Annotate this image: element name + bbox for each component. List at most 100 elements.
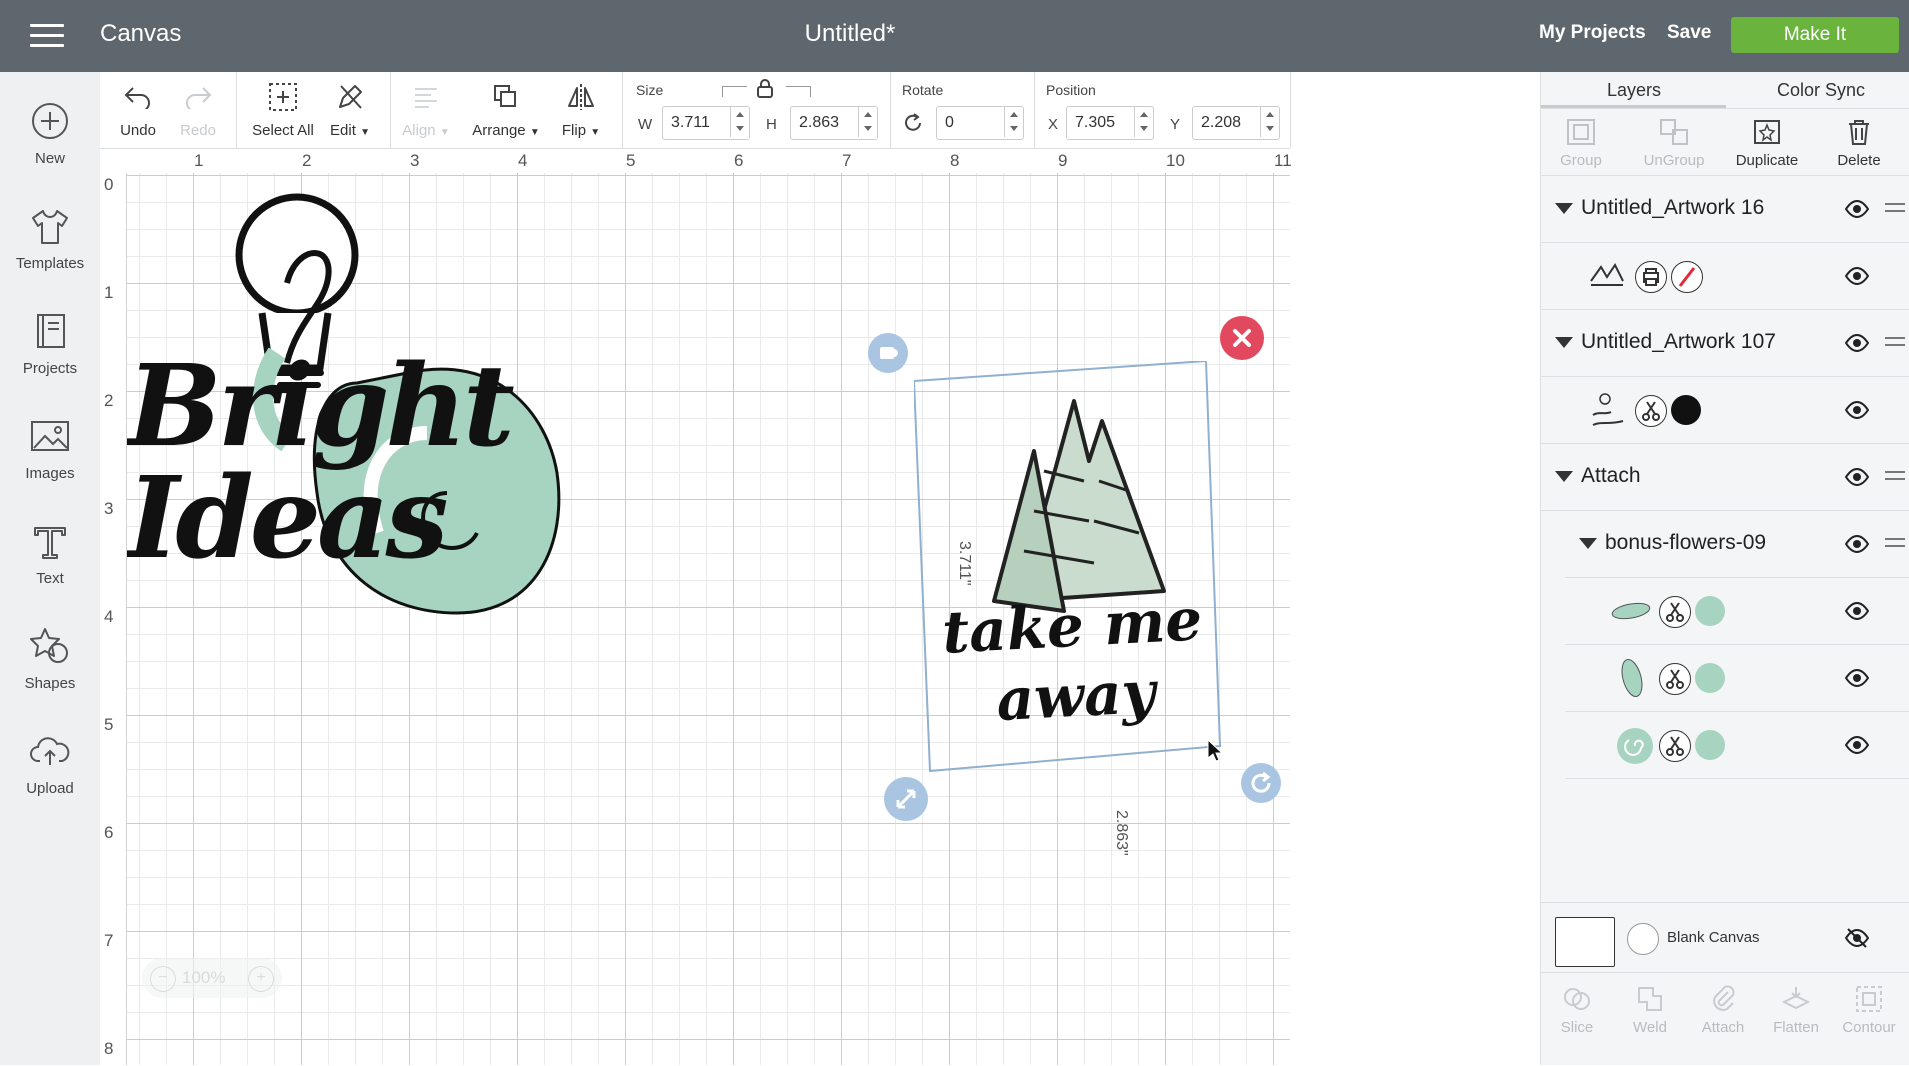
resize-handle-icon[interactable] (884, 777, 928, 821)
make-it-button[interactable]: Make It (1731, 17, 1899, 53)
ungroup-label: UnGroup (1643, 152, 1705, 169)
layer-row[interactable] (1565, 645, 1909, 712)
align-menu[interactable]: Align ▼ (400, 80, 452, 139)
nav-new[interactable]: New (0, 100, 100, 167)
eye-icon[interactable] (1844, 332, 1870, 354)
eye-icon[interactable] (1844, 667, 1870, 689)
bright-ideas-artwork[interactable]: Bright Ideas (127, 173, 597, 713)
eye-icon[interactable] (1844, 734, 1870, 756)
undo-button[interactable]: Undo (116, 80, 160, 139)
nav-shapes-label: Shapes (24, 675, 76, 692)
arrange-menu[interactable]: Arrange ▼ (470, 80, 542, 139)
nav-shapes[interactable]: Shapes (0, 625, 100, 692)
drag-handle-icon[interactable] (1885, 337, 1905, 347)
rotate-stepper[interactable] (1004, 107, 1023, 137)
rotate-handle-icon[interactable] (1241, 763, 1281, 803)
layer-group-row[interactable]: bonus-flowers-09 (1565, 511, 1909, 578)
ruler-tick-label: 8 (104, 1039, 114, 1058)
width-input[interactable]: 3.711 (662, 106, 750, 140)
flatten-label: Flatten (1773, 1019, 1819, 1036)
layer-group-row[interactable]: Untitled_Artwork 107 (1541, 310, 1909, 377)
nav-images-label: Images (25, 465, 75, 482)
print-operation-icon[interactable] (1635, 261, 1667, 293)
layer-row[interactable] (1541, 243, 1909, 310)
drag-handle-icon[interactable] (1885, 203, 1905, 213)
canvas-color-swatch[interactable] (1555, 917, 1615, 967)
eye-icon[interactable] (1844, 265, 1870, 287)
redo-button[interactable]: Redo (176, 80, 220, 139)
eye-icon[interactable] (1844, 198, 1870, 220)
layer-row[interactable] (1565, 578, 1909, 645)
nav-images[interactable]: Images (0, 415, 100, 482)
x-input[interactable]: 7.305 (1066, 106, 1154, 140)
color-swatch[interactable] (1695, 730, 1725, 760)
layer-row[interactable] (1541, 377, 1909, 444)
flip-menu[interactable]: Flip ▼ (556, 80, 606, 139)
blank-canvas-row[interactable]: Blank Canvas (1541, 902, 1909, 973)
delete-handle-icon[interactable] (1220, 316, 1264, 360)
chevron-down-icon: ▼ (439, 127, 450, 138)
nav-templates[interactable]: Templates (0, 205, 100, 272)
no-fill-icon[interactable] (1671, 261, 1703, 293)
nav-text[interactable]: Text (0, 520, 100, 587)
slice-button[interactable]: Slice (1541, 983, 1613, 1036)
width-label: W (638, 116, 653, 133)
cut-operation-icon[interactable] (1659, 663, 1691, 695)
my-projects-link[interactable]: My Projects (1539, 22, 1646, 44)
trash-icon (1819, 116, 1899, 148)
eye-icon[interactable] (1844, 466, 1870, 488)
select-all-button[interactable]: Select All (250, 80, 316, 139)
nav-upload[interactable]: Upload (0, 730, 100, 797)
top-ruler: 1 2 3 4 5 6 7 8 9 10 11 (100, 149, 1292, 174)
layer-row[interactable] (1565, 712, 1909, 779)
canvas-type-icon[interactable] (1627, 923, 1659, 955)
layer-group-row[interactable]: Untitled_Artwork 16 (1541, 176, 1909, 243)
weld-button[interactable]: Weld (1614, 983, 1686, 1036)
color-swatch[interactable] (1695, 596, 1725, 626)
caret-down-icon[interactable] (1555, 203, 1573, 214)
attach-button[interactable]: Attach (1687, 983, 1759, 1036)
edit-menu[interactable]: Edit ▼ (324, 80, 376, 139)
eye-hidden-icon[interactable] (1844, 927, 1870, 954)
nav-projects[interactable]: Projects (0, 310, 100, 377)
zoom-out-icon[interactable]: − (150, 966, 176, 992)
tag-handle-icon[interactable] (868, 333, 908, 373)
nav-new-label: New (34, 150, 65, 167)
duplicate-button[interactable]: Duplicate (1727, 116, 1807, 169)
toolbar-divider (1290, 72, 1291, 148)
layer-group-row[interactable]: Attach (1541, 444, 1909, 511)
ungroup-button[interactable]: UnGroup (1634, 116, 1714, 169)
zoom-in-icon[interactable]: + (248, 966, 274, 992)
dimension-width-label: 3.711" (956, 541, 973, 586)
caret-down-icon[interactable] (1555, 471, 1573, 482)
eye-icon[interactable] (1844, 600, 1870, 622)
group-button[interactable]: Group (1541, 116, 1621, 169)
cut-operation-icon[interactable] (1659, 730, 1691, 762)
drag-handle-icon[interactable] (1885, 538, 1905, 548)
y-stepper[interactable] (1260, 107, 1279, 137)
tab-layers[interactable]: Layers (1607, 80, 1661, 101)
x-stepper[interactable] (1134, 107, 1153, 137)
contour-button[interactable]: Contour (1833, 983, 1905, 1036)
caret-down-icon[interactable] (1555, 337, 1573, 348)
drag-handle-icon[interactable] (1885, 471, 1905, 481)
cut-operation-icon[interactable] (1659, 596, 1691, 628)
eye-icon[interactable] (1844, 399, 1870, 421)
delete-button[interactable]: Delete (1819, 116, 1899, 169)
caret-down-icon[interactable] (1579, 538, 1597, 549)
height-input[interactable]: 2.863 (790, 106, 878, 140)
design-canvas[interactable]: Bright Ideas take me away 3.711" 2.863" … (127, 173, 1290, 1065)
color-swatch[interactable] (1671, 395, 1701, 425)
width-stepper[interactable] (730, 107, 749, 137)
height-stepper[interactable] (858, 107, 877, 137)
flatten-button[interactable]: Flatten (1760, 983, 1832, 1036)
y-input[interactable]: 2.208 (1192, 106, 1280, 140)
color-swatch[interactable] (1695, 663, 1725, 693)
rotate-input[interactable]: 0 (936, 106, 1024, 140)
lock-icon[interactable] (756, 78, 774, 103)
tab-color-sync[interactable]: Color Sync (1777, 80, 1865, 101)
eye-icon[interactable] (1844, 533, 1870, 555)
save-button[interactable]: Save (1667, 22, 1711, 44)
cut-operation-icon[interactable] (1635, 395, 1667, 427)
left-navigation: New Templates Projects Images Text Shape… (0, 72, 101, 1065)
